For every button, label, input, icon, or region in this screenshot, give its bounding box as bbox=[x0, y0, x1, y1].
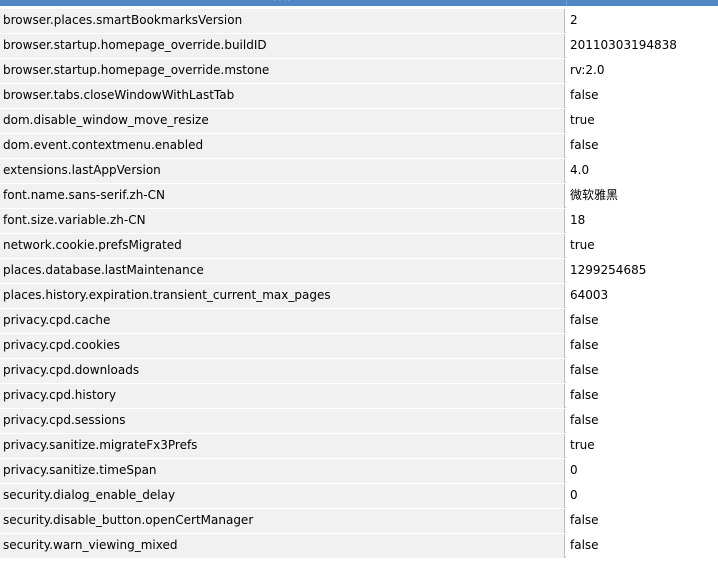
preferences-table: 名称 browser.places.smartBookmarksVersion2… bbox=[0, 0, 718, 562]
table-row[interactable]: privacy.cpd.history false bbox=[0, 384, 718, 408]
table-row[interactable]: privacy.sanitize.migrateFx3Prefs true bbox=[0, 434, 718, 458]
table-row[interactable]: places.history.expiration.transient_curr… bbox=[0, 284, 718, 308]
pref-value-cell[interactable]: false bbox=[566, 384, 718, 408]
table-row[interactable]: dom.disable_window_move_resize true bbox=[0, 109, 718, 133]
pref-value-cell[interactable]: true bbox=[566, 109, 718, 133]
pref-name-cell[interactable]: privacy.cpd.downloads bbox=[0, 359, 565, 383]
table-row[interactable]: security.disable_button.openCertManager f… bbox=[0, 509, 718, 533]
pref-value-cell[interactable]: true bbox=[566, 234, 718, 258]
pref-value-cell[interactable]: false bbox=[566, 334, 718, 358]
pref-name-cell[interactable]: dom.event.contextmenu.enabled bbox=[0, 134, 565, 158]
table-row[interactable]: privacy.sanitize.timeSpan 0 bbox=[0, 459, 718, 483]
pref-name-cell[interactable]: places.history.expiration.transient_curr… bbox=[0, 284, 565, 308]
pref-name-cell[interactable]: privacy.sanitize.timeSpan bbox=[0, 459, 565, 483]
pref-name-cell[interactable]: security.dialog_enable_delay bbox=[0, 484, 565, 508]
table-row[interactable]: browser.startup.homepage_override.mstone… bbox=[0, 59, 718, 83]
table-row[interactable]: font.name.sans-serif.zh-CN 微软雅黑 bbox=[0, 184, 718, 208]
table-row[interactable]: privacy.cpd.sessions false bbox=[0, 409, 718, 433]
pref-name-cell[interactable]: privacy.cpd.cache bbox=[0, 309, 565, 333]
pref-value-cell[interactable]: 20110303194838 bbox=[566, 34, 718, 58]
pref-value-cell[interactable]: false bbox=[566, 84, 718, 108]
table-row[interactable]: browser.places.smartBookmarksVersion 2 bbox=[0, 9, 718, 33]
pref-name-cell[interactable]: privacy.cpd.cookies bbox=[0, 334, 565, 358]
pref-name-cell[interactable]: browser.startup.homepage_override.mstone bbox=[0, 59, 565, 83]
pref-value-cell[interactable]: 1299254685 bbox=[566, 259, 718, 283]
pref-name-cell[interactable]: security.warn_viewing_mixed bbox=[0, 534, 565, 558]
pref-value-cell[interactable]: true bbox=[566, 434, 718, 458]
table-row[interactable]: privacy.cpd.cookies false bbox=[0, 334, 718, 358]
pref-value-cell[interactable]: 2 bbox=[566, 9, 718, 33]
pref-name-cell[interactable]: browser.places.smartBookmarksVersion bbox=[0, 9, 565, 33]
pref-name-cell[interactable]: network.cookie.prefsMigrated bbox=[0, 234, 565, 258]
pref-value-cell[interactable]: false bbox=[566, 309, 718, 333]
table-row[interactable]: browser.tabs.closeWindowWithLastTab false bbox=[0, 84, 718, 108]
pref-name-cell[interactable]: font.size.variable.zh-CN bbox=[0, 209, 565, 233]
pref-value-cell[interactable]: 4.0 bbox=[566, 159, 718, 183]
pref-value-cell[interactable]: 0 bbox=[566, 459, 718, 483]
pref-value-cell[interactable]: rv:2.0 bbox=[566, 59, 718, 83]
table-row[interactable]: security.warn_viewing_mixed false bbox=[0, 534, 718, 558]
pref-name-cell[interactable]: privacy.cpd.sessions bbox=[0, 409, 565, 433]
pref-value-cell[interactable]: 64003 bbox=[566, 284, 718, 308]
pref-value-cell[interactable]: false bbox=[566, 359, 718, 383]
pref-name-cell[interactable]: places.database.lastMaintenance bbox=[0, 259, 565, 283]
table-row[interactable]: places.database.lastMaintenance 129925468… bbox=[0, 259, 718, 283]
pref-value-cell[interactable]: false bbox=[566, 409, 718, 433]
pref-name-cell[interactable]: privacy.sanitize.migrateFx3Prefs bbox=[0, 434, 565, 458]
table-row[interactable]: privacy.cpd.cache false bbox=[0, 309, 718, 333]
pref-value-cell[interactable]: 18 bbox=[566, 209, 718, 233]
table-row[interactable]: privacy.cpd.downloads false bbox=[0, 359, 718, 383]
table-header: 名称 bbox=[0, 0, 718, 6]
table-row[interactable]: security.dialog_enable_delay 0 bbox=[0, 484, 718, 508]
table-row[interactable]: browser.startup.homepage_override.buildI… bbox=[0, 34, 718, 58]
pref-value-cell[interactable]: false bbox=[566, 134, 718, 158]
column-header-name[interactable]: 名称 bbox=[0, 0, 564, 6]
pref-name-cell[interactable]: privacy.cpd.history bbox=[0, 384, 565, 408]
pref-value-cell[interactable]: 微软雅黑 bbox=[566, 184, 718, 208]
table-row[interactable]: extensions.lastAppVersion 4.0 bbox=[0, 159, 718, 183]
pref-value-cell[interactable]: 0 bbox=[566, 484, 718, 508]
pref-value-cell[interactable]: false bbox=[566, 509, 718, 533]
pref-name-cell[interactable]: browser.startup.homepage_override.buildI… bbox=[0, 34, 565, 58]
pref-name-cell[interactable]: extensions.lastAppVersion bbox=[0, 159, 565, 183]
pref-name-cell[interactable]: font.name.sans-serif.zh-CN bbox=[0, 184, 565, 208]
pref-name-cell[interactable]: dom.disable_window_move_resize bbox=[0, 109, 565, 133]
table-row[interactable]: dom.event.contextmenu.enabled false bbox=[0, 134, 718, 158]
table-row[interactable]: font.size.variable.zh-CN 18 bbox=[0, 209, 718, 233]
table-row[interactable]: network.cookie.prefsMigrated true bbox=[0, 234, 718, 258]
column-header-value[interactable] bbox=[566, 0, 717, 6]
pref-value-cell[interactable]: false bbox=[566, 534, 718, 558]
pref-name-cell[interactable]: security.disable_button.openCertManager bbox=[0, 509, 565, 533]
pref-name-cell[interactable]: browser.tabs.closeWindowWithLastTab bbox=[0, 84, 565, 108]
